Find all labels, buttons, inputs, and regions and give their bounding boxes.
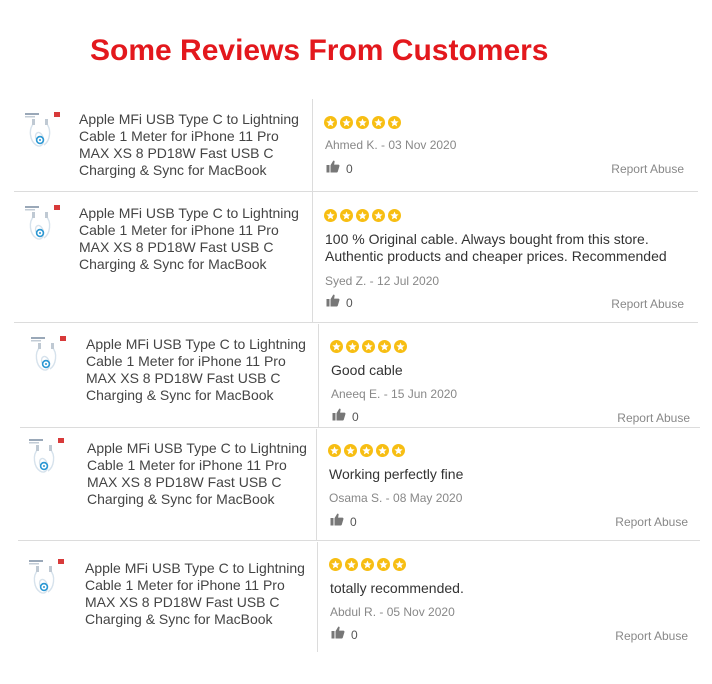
product-thumbnail[interactable] bbox=[24, 111, 66, 159]
column-divider bbox=[316, 429, 317, 541]
product-name[interactable]: Apple MFi USB Type C to Lightning Cable … bbox=[79, 205, 299, 273]
column-divider bbox=[318, 324, 319, 428]
star-icon bbox=[344, 444, 357, 457]
star-icon bbox=[377, 558, 390, 571]
review-author-date: Aneeq E. - 15 Jun 2020 bbox=[331, 387, 458, 401]
report-abuse-link[interactable]: Report Abuse bbox=[615, 629, 688, 643]
star-icon bbox=[372, 209, 385, 222]
review-author-date: Osama S. - 08 May 2020 bbox=[329, 491, 463, 505]
star-icon bbox=[324, 116, 337, 129]
review-text: totally recommended. bbox=[330, 580, 464, 596]
likes-count: 0 bbox=[350, 515, 357, 529]
thumbs-up-icon[interactable] bbox=[326, 160, 340, 178]
likes-count: 0 bbox=[346, 296, 353, 310]
review-author-date: Ahmed K. - 03 Nov 2020 bbox=[325, 138, 457, 152]
star-icon bbox=[361, 558, 374, 571]
review-author-date: Syed Z. - 12 Jul 2020 bbox=[325, 274, 440, 288]
product-name[interactable]: Apple MFi USB Type C to Lightning Cable … bbox=[87, 440, 307, 508]
review-text-line-1: 100 % Original cable. Always bought from… bbox=[325, 231, 649, 247]
star-icon bbox=[330, 340, 343, 353]
star-rating bbox=[330, 340, 407, 354]
product-name[interactable]: Apple MFi USB Type C to Lightning Cable … bbox=[85, 560, 305, 628]
thumbs-up-icon[interactable] bbox=[331, 626, 345, 644]
star-icon bbox=[356, 209, 369, 222]
star-icon bbox=[360, 444, 373, 457]
helpful-likes[interactable]: 0 bbox=[330, 513, 357, 531]
review-author-date: Abdul R. - 05 Nov 2020 bbox=[330, 605, 455, 619]
likes-count: 0 bbox=[352, 410, 359, 424]
review-card: Apple MFi USB Type C to Lightning Cable … bbox=[18, 429, 700, 541]
report-abuse-link[interactable]: Report Abuse bbox=[611, 297, 684, 311]
report-abuse-link[interactable]: Report Abuse bbox=[615, 515, 688, 529]
thumbs-up-icon[interactable] bbox=[330, 513, 344, 531]
product-thumbnail[interactable] bbox=[24, 204, 66, 252]
star-icon bbox=[388, 116, 401, 129]
star-icon bbox=[392, 444, 405, 457]
likes-count: 0 bbox=[351, 628, 358, 642]
star-icon bbox=[378, 340, 391, 353]
star-icon bbox=[346, 340, 359, 353]
review-text: Working perfectly fine bbox=[329, 466, 464, 482]
helpful-likes[interactable]: 0 bbox=[326, 294, 353, 312]
star-rating bbox=[329, 558, 406, 572]
star-rating bbox=[324, 209, 401, 223]
product-name[interactable]: Apple MFi USB Type C to Lightning Cable … bbox=[86, 336, 306, 404]
star-icon bbox=[329, 558, 342, 571]
review-card: Apple MFi USB Type C to Lightning Cable … bbox=[20, 324, 700, 428]
star-icon bbox=[340, 209, 353, 222]
thumbs-up-icon[interactable] bbox=[332, 408, 346, 426]
column-divider bbox=[312, 99, 313, 192]
product-name[interactable]: Apple MFi USB Type C to Lightning Cable … bbox=[79, 111, 299, 179]
review-text: Good cable bbox=[331, 362, 403, 378]
star-icon bbox=[340, 116, 353, 129]
star-icon bbox=[388, 209, 401, 222]
report-abuse-link[interactable]: Report Abuse bbox=[617, 411, 690, 425]
product-thumbnail[interactable] bbox=[28, 558, 70, 606]
review-card: Apple MFi USB Type C to Lightning Cable … bbox=[14, 192, 698, 323]
thumbs-up-icon[interactable] bbox=[326, 294, 340, 312]
product-thumbnail[interactable] bbox=[28, 437, 70, 485]
review-card: Apple MFi USB Type C to Lightning Cable … bbox=[18, 542, 700, 652]
review-text-line-2: Authentic products and cheaper prices. R… bbox=[325, 248, 667, 264]
column-divider bbox=[317, 542, 318, 652]
star-icon bbox=[345, 558, 358, 571]
star-rating bbox=[324, 116, 401, 130]
helpful-likes[interactable]: 0 bbox=[326, 160, 353, 178]
review-card: Apple MFi USB Type C to Lightning Cable … bbox=[14, 99, 698, 192]
page-title: Some Reviews From Customers bbox=[90, 34, 549, 67]
star-icon bbox=[356, 116, 369, 129]
helpful-likes[interactable]: 0 bbox=[331, 626, 358, 644]
product-thumbnail[interactable] bbox=[30, 335, 72, 383]
star-icon bbox=[362, 340, 375, 353]
star-icon bbox=[328, 444, 341, 457]
star-rating bbox=[328, 444, 405, 458]
helpful-likes[interactable]: 0 bbox=[332, 408, 359, 426]
likes-count: 0 bbox=[346, 162, 353, 176]
star-icon bbox=[324, 209, 337, 222]
star-icon bbox=[376, 444, 389, 457]
report-abuse-link[interactable]: Report Abuse bbox=[611, 162, 684, 176]
star-icon bbox=[394, 340, 407, 353]
star-icon bbox=[372, 116, 385, 129]
column-divider bbox=[312, 192, 313, 323]
star-icon bbox=[393, 558, 406, 571]
